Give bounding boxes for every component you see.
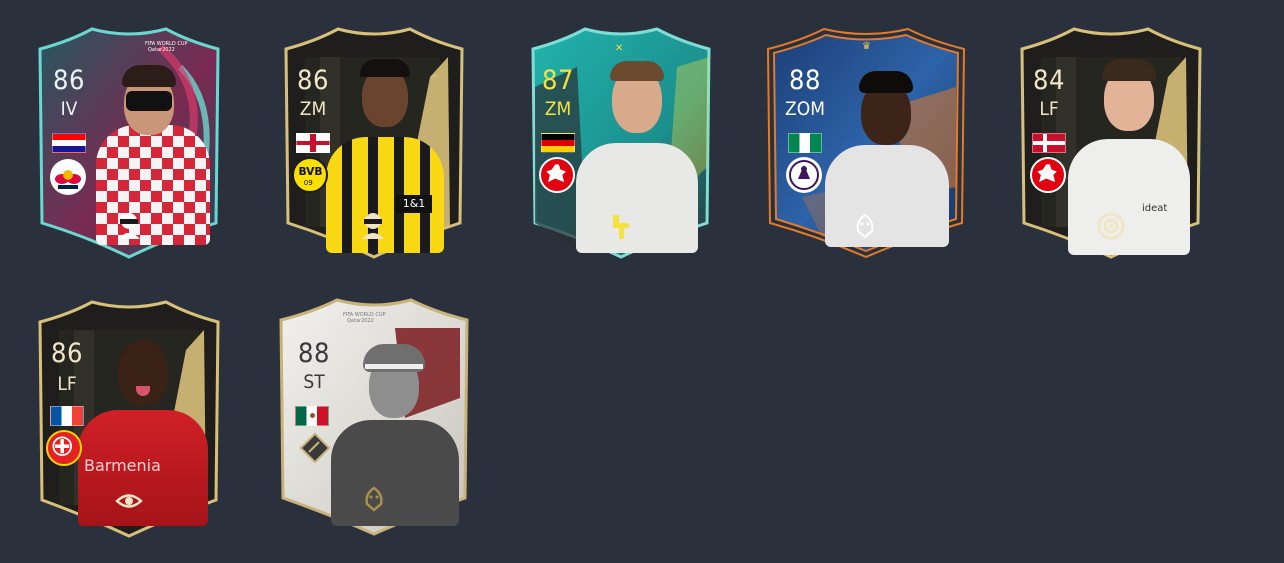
germany-flag-icon <box>541 133 575 153</box>
croatia-flag-icon <box>52 133 86 153</box>
rb-leipzig-badge-icon <box>50 159 86 195</box>
player-card-4[interactable]: ♛ 88 ZOM <box>762 27 970 261</box>
player-card-7[interactable]: FIFA WORLD CUP Qatar2022 88 ST <box>275 298 473 538</box>
card-position: ST <box>303 371 325 393</box>
player-card-3[interactable]: ✕ ✕ 87 ZM <box>527 27 715 259</box>
svg-text:09: 09 <box>304 178 314 187</box>
player-card-5[interactable]: ideat 84 LF <box>1016 27 1206 261</box>
card-rating: 88 <box>298 338 330 369</box>
player-card-6[interactable]: Barmenia 86 LF <box>34 300 224 540</box>
sponsor-logo: Barmenia <box>84 456 161 475</box>
cobra-icon <box>850 211 880 241</box>
bvb-badge-icon: BVB 09 <box>292 157 328 193</box>
card-rating: 87 <box>542 65 574 96</box>
nigeria-flag-icon <box>788 133 822 153</box>
card-position: LF <box>57 373 77 395</box>
target-icon <box>1096 211 1126 241</box>
eintracht-frankfurt-badge-icon <box>1030 157 1066 193</box>
sponsor-logo: ideat <box>1142 203 1168 214</box>
masked-figure-icon <box>114 211 144 241</box>
premier-league-badge-icon <box>786 157 822 193</box>
svg-text:Qatar2022: Qatar2022 <box>347 318 374 324</box>
mexico-flag-icon <box>295 406 329 426</box>
eye-icon <box>114 486 144 516</box>
bayer-leverkusen-badge-icon <box>46 430 82 466</box>
cobra-icon <box>359 484 389 514</box>
player-image: ideat <box>1064 55 1194 255</box>
card-rating: 86 <box>53 65 85 96</box>
player-card-2[interactable]: + 1&1 86 ZM BVB 09 <box>280 27 468 261</box>
svg-text:♛: ♛ <box>862 41 871 52</box>
card-position: ZOM <box>785 98 825 120</box>
svg-text:BVB: BVB <box>298 165 322 178</box>
hammer-icon <box>605 211 635 241</box>
eintracht-frankfurt-badge-icon <box>539 157 575 193</box>
sponsor-logo: 1&1 <box>396 195 432 213</box>
card-rating: 86 <box>51 338 83 369</box>
masked-figure-icon <box>358 211 388 241</box>
player-image <box>325 336 465 526</box>
player-image <box>90 55 215 245</box>
card-rating: 84 <box>1033 65 1065 96</box>
denmark-flag-icon <box>1032 133 1066 153</box>
svg-text:✕: ✕ <box>615 43 623 54</box>
card-position: IV <box>60 98 78 120</box>
player-image <box>817 61 957 247</box>
icon-diamond-badge-icon <box>297 430 333 466</box>
france-flag-icon <box>50 406 84 426</box>
card-position: ZM <box>544 98 572 120</box>
svg-text:Qatar2022: Qatar2022 <box>148 47 175 53</box>
headband <box>365 364 423 369</box>
card-position: ZM <box>299 98 327 120</box>
card-rating: 86 <box>297 65 329 96</box>
player-image <box>572 57 702 253</box>
card-position: LF <box>1039 98 1059 120</box>
player-card-1[interactable]: FIFA WORLD CUP Qatar2022 86 IV <box>30 27 228 261</box>
card-rating: 88 <box>789 65 821 96</box>
england-flag-icon <box>296 133 330 153</box>
face-mask <box>126 91 172 111</box>
